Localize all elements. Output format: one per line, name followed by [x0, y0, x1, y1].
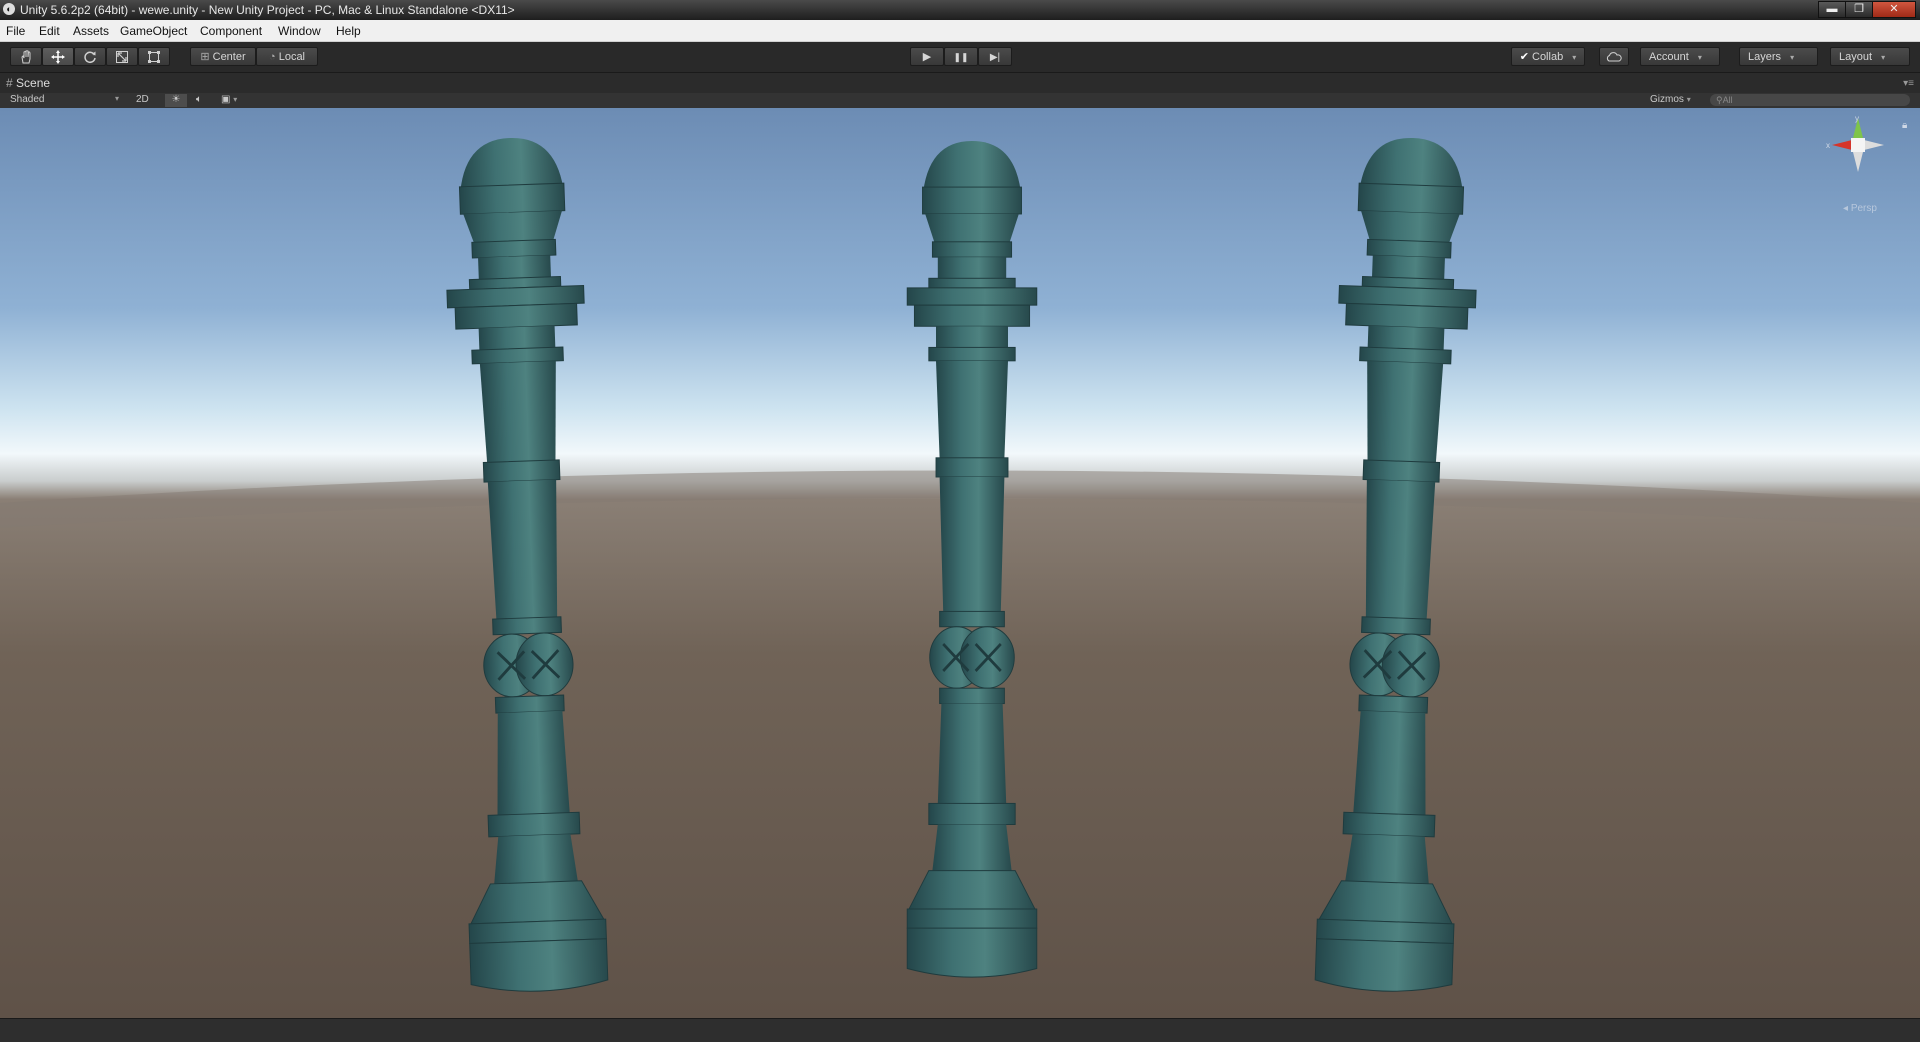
search-icon: ⚲	[1716, 95, 1723, 105]
projection-text: Persp	[1850, 203, 1877, 214]
hand-icon	[21, 50, 31, 64]
rotate-tool-button[interactable]	[74, 47, 106, 66]
menu-component[interactable]: Component	[200, 24, 262, 38]
projection-label[interactable]: ◂ Persp	[1843, 203, 1877, 214]
gizmos-dropdown[interactable]: Gizmos ▾	[1650, 94, 1691, 105]
chevron-down-icon: ▾	[1686, 95, 1691, 104]
scene-viewport[interactable]: y x 🔒︎ ◂ Persp	[0, 108, 1920, 1018]
menu-gameobject[interactable]: GameObject	[120, 24, 187, 38]
menu-help[interactable]: Help	[336, 24, 361, 38]
move-tool-button[interactable]	[42, 47, 74, 66]
chevron-down-icon: ▾	[233, 95, 238, 104]
scale-icon	[116, 51, 128, 64]
menu-edit[interactable]: Edit	[39, 24, 60, 38]
scene-tab-bar: # Scene ▾≡	[0, 73, 1920, 93]
persp-icon: ◂	[1843, 203, 1849, 214]
shading-mode-dropdown[interactable]: Shaded ▾	[10, 94, 119, 105]
account-dropdown[interactable]: Account	[1640, 47, 1720, 66]
scene-render	[0, 108, 1920, 1018]
step-button[interactable]: ▶|	[978, 47, 1012, 66]
speaker-icon: 🔈︎	[196, 94, 202, 105]
collab-label: Collab	[1532, 51, 1564, 63]
collab-dropdown[interactable]: ✔ Collab	[1511, 47, 1585, 66]
gizmo-x-label: x	[1826, 141, 1830, 150]
scale-tool-button[interactable]	[106, 47, 138, 66]
status-bar	[0, 1018, 1920, 1042]
menu-bar: File Edit Assets GameObject Component Wi…	[0, 20, 1920, 42]
move-icon	[51, 50, 65, 65]
rotate-icon	[84, 51, 96, 64]
pivot-space-button[interactable]: ◔ Local	[256, 47, 318, 66]
chevron-down-icon: ▾	[115, 94, 120, 103]
lock-icon[interactable]: 🔒︎	[1902, 120, 1907, 131]
sun-icon: ☀	[171, 94, 181, 105]
window-title-bar: ◐ Unity 5.6.2p2 (64bit) - wewe.unity - N…	[0, 0, 1920, 20]
scene-toolbar: Shaded ▾ 2D ☀ 🔈︎ ▣ ▾ Gizmos ▾ ⚲All	[0, 93, 1920, 109]
orientation-gizmo[interactable]: y x	[1826, 114, 1890, 186]
pivot-label: Center	[212, 51, 246, 63]
toggle-2d-button[interactable]: 2D	[136, 94, 149, 105]
tab-scene[interactable]: # Scene	[6, 76, 50, 90]
image-icon: ▣	[221, 94, 231, 105]
pause-icon: ❚❚	[953, 52, 969, 62]
gizmo-y-label: y	[1855, 114, 1859, 123]
layers-dropdown[interactable]: Layers	[1739, 47, 1818, 66]
pivot-icon: ⊞	[200, 51, 210, 63]
hand-tool-button[interactable]	[10, 47, 42, 66]
play-icon: ▶	[922, 51, 932, 63]
maximize-button[interactable]: ❐	[1845, 1, 1873, 18]
unity-logo-icon: ◐	[3, 3, 15, 15]
menu-file[interactable]: File	[6, 24, 25, 38]
check-icon: ✔	[1519, 51, 1529, 63]
menu-assets[interactable]: Assets	[73, 24, 109, 38]
local-space-icon: ◔	[268, 51, 276, 63]
layout-dropdown[interactable]: Layout	[1830, 47, 1910, 66]
window-title: Unity 5.6.2p2 (64bit) - wewe.unity - New…	[20, 3, 515, 17]
layers-label: Layers	[1748, 51, 1782, 63]
lighting-toggle[interactable]: ☀	[165, 94, 187, 107]
rect-tool-button[interactable]	[138, 47, 170, 66]
pivot-center-button[interactable]: ⊞ Center	[190, 47, 256, 66]
effects-dropdown[interactable]: ▣ ▾	[221, 94, 237, 105]
cloud-icon	[1606, 52, 1622, 62]
rect-icon	[148, 51, 160, 64]
step-icon: ▶|	[989, 52, 1001, 63]
scene-tab-label: Scene	[16, 76, 51, 90]
pause-button[interactable]: ❚❚	[944, 47, 978, 66]
main-toolbar: ⊞ Center ◔ Local ▶ ❚❚ ▶| ✔ Collab Accoun…	[0, 42, 1920, 73]
shading-mode-label: Shaded	[10, 94, 45, 105]
audio-toggle[interactable]: 🔈︎	[196, 94, 202, 105]
layout-label: Layout	[1839, 51, 1873, 63]
minimize-button[interactable]: ▬	[1818, 1, 1846, 18]
play-button[interactable]: ▶	[910, 47, 944, 66]
scene-grid-icon: #	[6, 76, 13, 90]
close-button[interactable]: ✕	[1872, 1, 1916, 18]
account-label: Account	[1649, 51, 1689, 63]
gizmos-label: Gizmos	[1650, 94, 1684, 105]
panel-menu-icon[interactable]: ▾≡	[1903, 78, 1914, 89]
menu-window[interactable]: Window	[278, 24, 321, 38]
search-placeholder: All	[1722, 95, 1733, 105]
cloud-button[interactable]	[1599, 47, 1629, 66]
space-label: Local	[278, 51, 305, 63]
scene-search-input[interactable]: ⚲All	[1710, 94, 1910, 106]
